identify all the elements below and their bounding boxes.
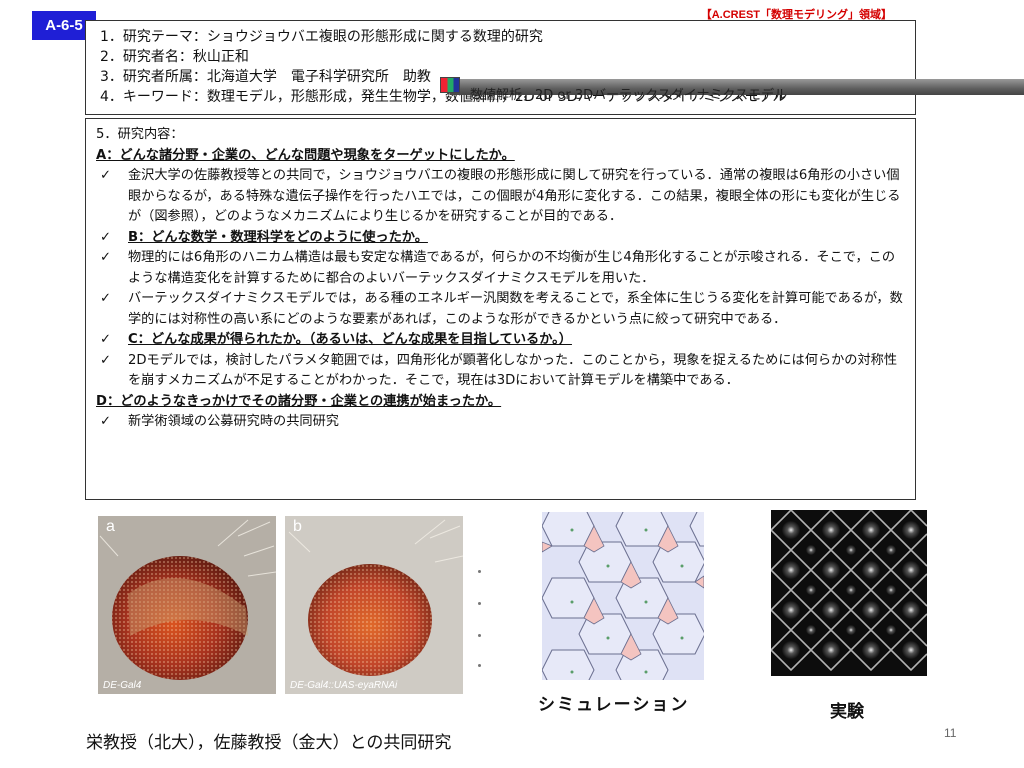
list-item: ✓ 金沢大学の佐藤教授等との共同で，ショウジョウバエの複眼の形態形成に関して研究を… <box>100 168 901 224</box>
check-mark-icon: ✓ <box>100 352 112 368</box>
heading-b: ✓ B：どんな数学・数理科学をどのように使ったか。 <box>96 228 905 249</box>
toolbar-app-icon <box>440 77 460 93</box>
overlay-text: 数値解析，2D or 3Dバーテックスダイナミクスモデル <box>470 88 788 103</box>
content-box: 5．研究内容： A：どんな諸分野・企業の、どんな問題や現象をターゲットにしたか。… <box>85 118 916 500</box>
check-mark-icon: ✓ <box>100 414 112 429</box>
list-item: ✓ 新学術領域の公募研究時の共同研究 <box>96 412 905 433</box>
list-item: ✓ バーテックスダイナミクスモデルでは，ある種のエネルギー汎関数を考えることで，系… <box>100 291 903 327</box>
heading-a: A：どんな諸分野・企業の、どんな問題や現象をターゲットにしたか。 <box>96 147 515 163</box>
check-mark-icon: ✓ <box>100 168 112 183</box>
list-item: ✓ 物理的には6角形のハニカム構造は最も安定な構造であるが，何らかの不均衡が生じ4… <box>100 250 896 286</box>
simulation-lattice <box>542 512 704 680</box>
fly-eye-image-b <box>285 516 463 694</box>
photo-a-label: a <box>106 518 115 535</box>
dot <box>478 634 481 637</box>
photo-b-label: b <box>293 518 302 535</box>
photo-a-caption: DE-Gal4 <box>103 680 142 691</box>
experiment-caption: 実験 <box>830 702 864 722</box>
section5-title: 5．研究内容： <box>96 127 184 142</box>
check-mark-icon: ✓ <box>100 229 112 245</box>
list-item: ✓ 2Dモデルでは，検討したパラメタ範囲では，四角形化が顕著化しなかった．このこと… <box>100 352 898 389</box>
dot <box>478 570 481 573</box>
check-mark-icon: ✓ <box>100 332 112 347</box>
check-mark-icon: ✓ <box>100 291 112 306</box>
fly-eye-photo-a: a DE-Gal4 <box>98 516 276 694</box>
heading-c: ✓ C：どんな成果が得られたか。（あるいは、どんな成果を目指しているか。） <box>96 330 905 351</box>
photo-b-caption: DE-Gal4::UAS-eyaRNAi <box>290 680 398 691</box>
experiment-figure <box>771 510 927 676</box>
collaboration-footer: 栄教授（北大），佐藤教授（金大）との共同研究 <box>86 733 452 753</box>
simulation-caption: シミュレーション <box>538 695 690 715</box>
experiment-micrograph <box>771 510 927 676</box>
page-number: 11 <box>944 726 957 740</box>
fly-eye-photo-b: b DE-Gal4::UAS-eyaRNAi <box>285 516 463 694</box>
dot <box>478 664 481 667</box>
research-theme: 1．研究テーマ：ショウジョウバエ複眼の形態形成に関する数理的研究 <box>100 29 543 45</box>
simulation-figure <box>542 512 704 680</box>
researcher-name: 2．研究者名：秋山正和 <box>100 49 249 65</box>
check-mark-icon: ✓ <box>100 250 112 265</box>
heading-d: D：どのようなきっかけでその諸分野・企業との連携が始まったか。 <box>96 393 502 409</box>
dot <box>478 602 481 605</box>
fly-eye-image-a <box>98 516 276 694</box>
